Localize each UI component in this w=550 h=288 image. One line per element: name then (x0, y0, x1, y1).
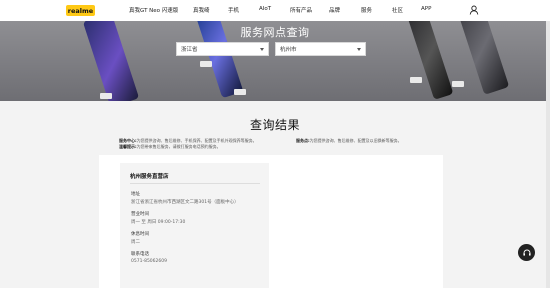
scrollbar[interactable] (546, 21, 550, 288)
address-value: 浙江省浙江省杭州市西湖区文二路301号（面板中心） (131, 200, 239, 205)
service-point-note: 服务点:为您提供咨询、售后维修、配置及以旧换新等服务。 (296, 138, 436, 144)
nav-item-all-products[interactable]: 所有产品 (290, 6, 312, 14)
rest-label: 休息时间 (131, 232, 149, 237)
nav-item-phone[interactable]: 手机 (228, 6, 239, 14)
nav-item-community[interactable]: 社区 (392, 6, 403, 14)
hours-label: 营业时间 (131, 212, 149, 217)
note-label: 温馨提示: (119, 143, 137, 149)
phone-stand (234, 89, 246, 95)
user-icon[interactable] (469, 5, 479, 15)
note-text: 为您提供咨询、售后维修、手机保养、配置及手机外观保养等服务。 (136, 138, 257, 143)
city-select[interactable]: 杭州市 (275, 42, 366, 56)
hero-title: 服务网点查询 (240, 26, 310, 39)
top-nav: realme 真我GT Neo 闪速版 真我绮 手机 AIoT 所有产品 品牌 … (0, 0, 550, 21)
phone-stand (410, 77, 422, 83)
phone-stand (200, 61, 212, 67)
store-name: 杭州服务直营店 (130, 174, 169, 180)
divider (130, 183, 260, 184)
phone-value: 0571-85062609 (131, 259, 167, 264)
headset-icon (522, 249, 531, 256)
phone-stand (452, 81, 464, 87)
nav-item-aiot[interactable]: AIoT (259, 6, 271, 12)
address-label: 地址 (131, 192, 140, 197)
chevron-down-icon (357, 48, 361, 51)
note-label: 服务中心: (119, 138, 137, 143)
phone-label: 联系电话 (131, 252, 149, 257)
service-center-note: 服务中心:为您提供咨询、售后维修、手机保养、配置及手机外观保养等服务。 温馨提示… (119, 138, 279, 149)
nav-item-zhenwo[interactable]: 真我绮 (193, 6, 210, 14)
nav-item-service[interactable]: 服务 (361, 6, 372, 14)
note-label: 服务点: (296, 138, 310, 143)
city-select-value: 杭州市 (280, 47, 297, 53)
note-text: 为您提供咨询、售后维修、配置及以旧换新等服务。 (309, 138, 402, 143)
realme-logo[interactable]: realme (66, 5, 95, 16)
nav-item-gt-neo[interactable]: 真我GT Neo 闪速版 (129, 6, 178, 14)
chevron-down-icon (260, 48, 264, 51)
results-title: 查询结果 (249, 118, 300, 132)
phone-stand (100, 93, 112, 99)
rest-value: 周二 (131, 240, 140, 245)
nav-item-app[interactable]: APP (421, 6, 431, 12)
nav-item-brand[interactable]: 品牌 (329, 6, 340, 14)
support-button[interactable] (518, 244, 535, 261)
store-card[interactable] (120, 163, 269, 288)
province-select[interactable]: 浙江省 (176, 42, 269, 56)
hours-value: 周一 至 周日 09:00-17:30 (131, 220, 186, 225)
province-select-value: 浙江省 (181, 47, 198, 53)
note-text: 为您带来售后服务，请拨打服务电话预约服务。 (136, 143, 221, 149)
